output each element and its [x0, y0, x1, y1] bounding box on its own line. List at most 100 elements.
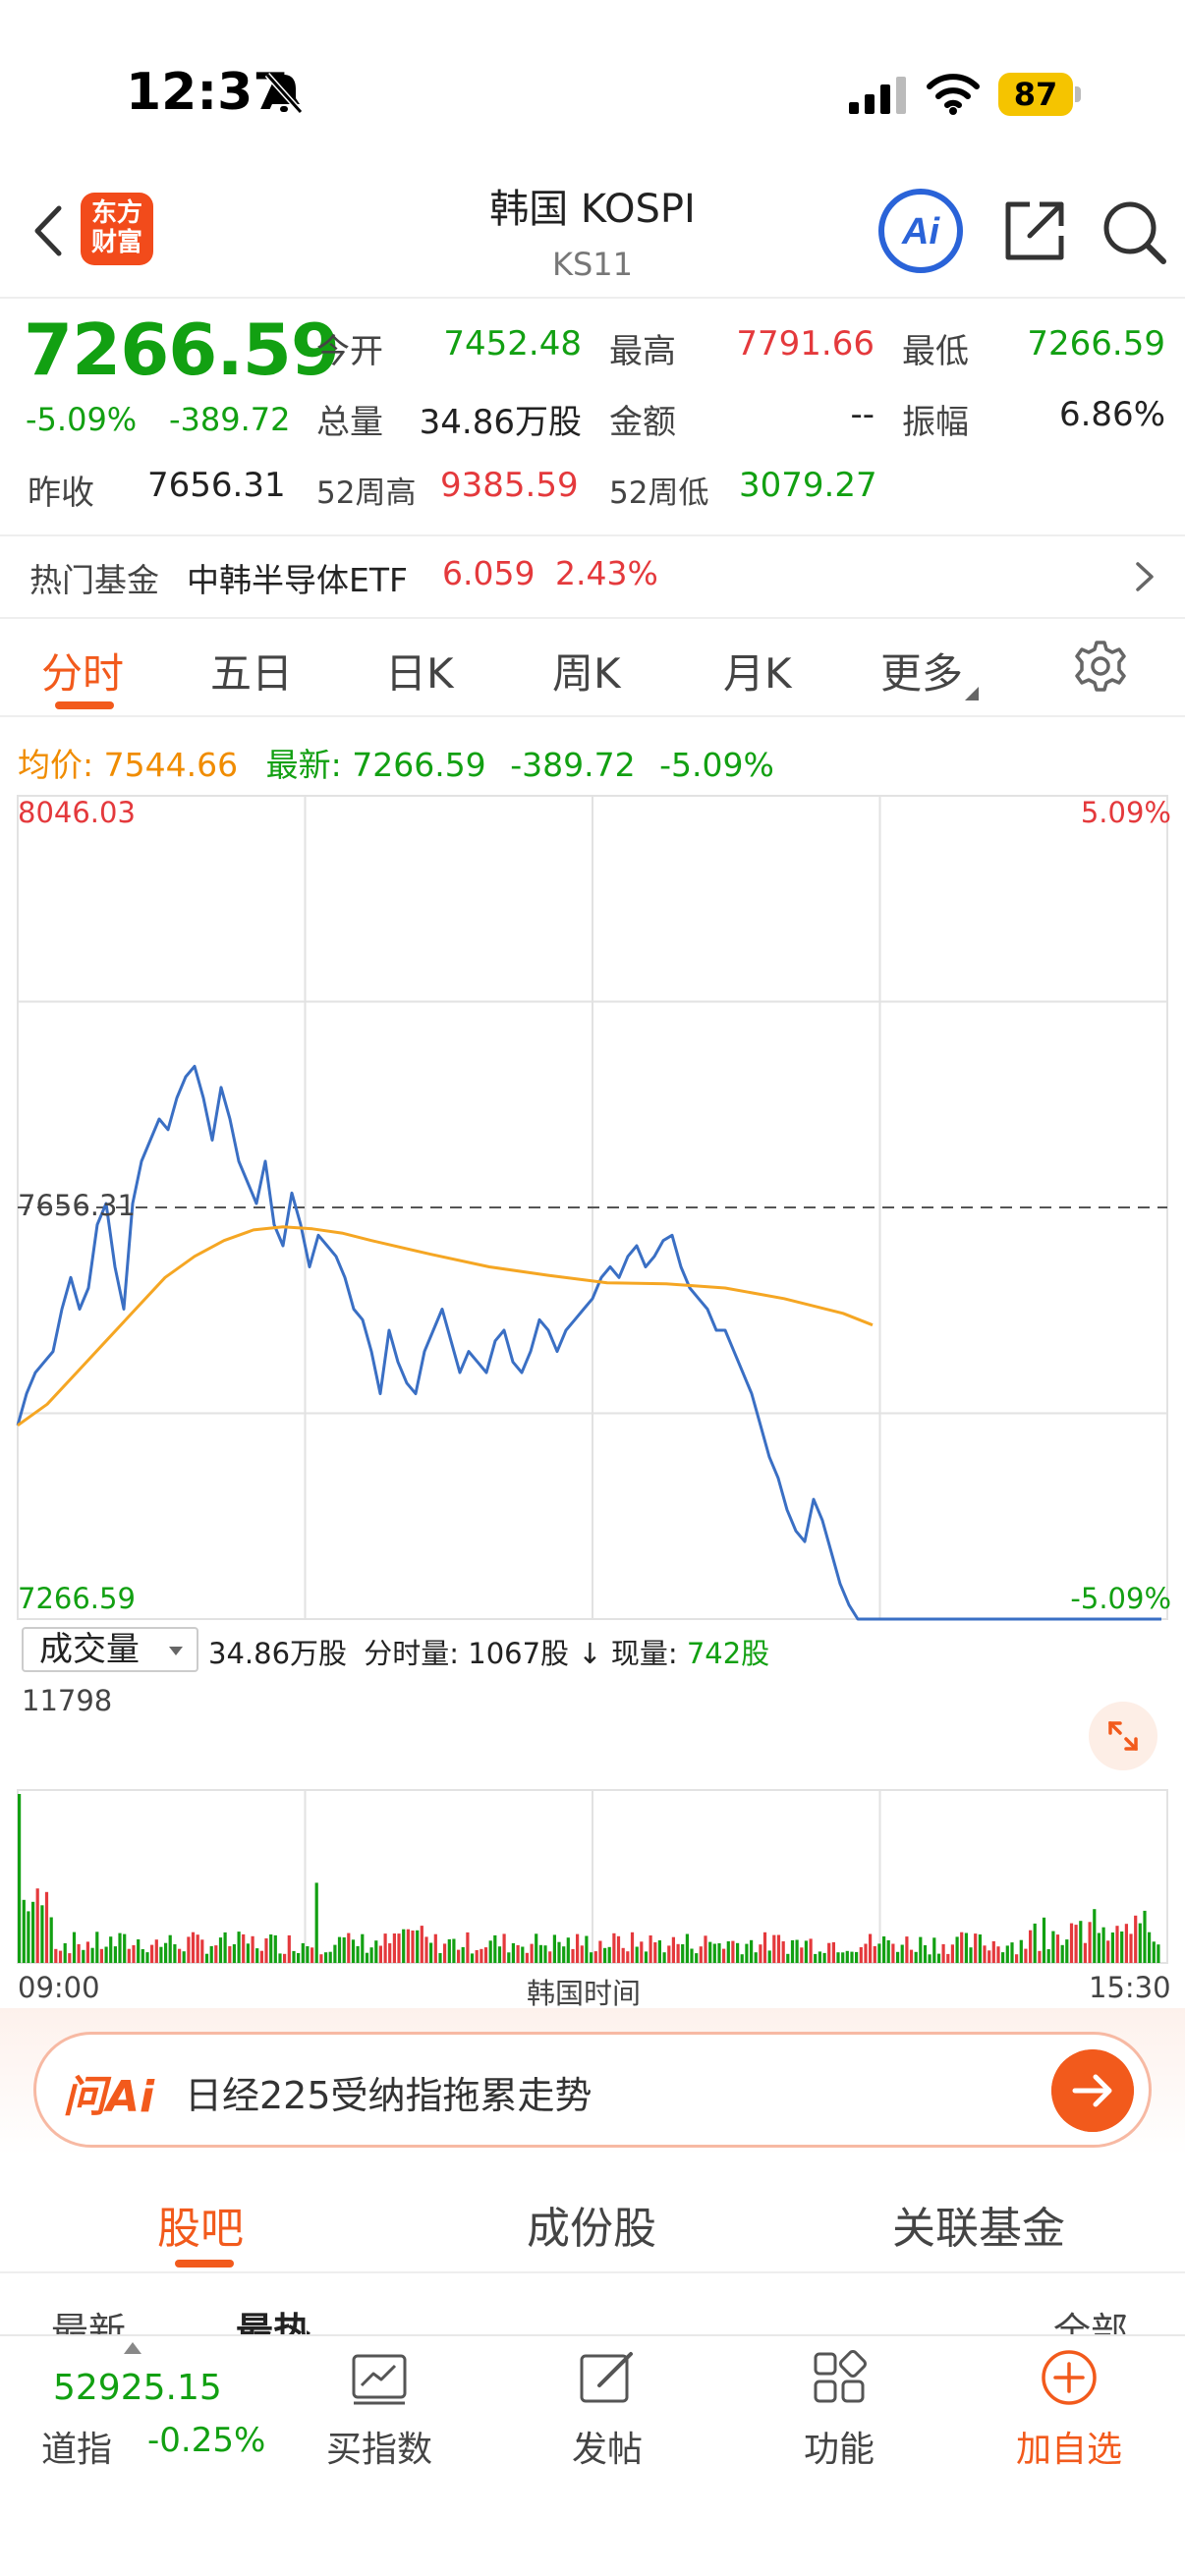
volume-bar — [690, 1948, 694, 1963]
tab-five-day[interactable]: 五日 — [210, 641, 293, 700]
tab-monthly-k[interactable]: 月K — [723, 641, 792, 700]
settings-gear-icon[interactable] — [1073, 639, 1128, 694]
volume-bar — [480, 1948, 483, 1963]
logo-line-1: 东方 — [90, 198, 142, 228]
volume-bar — [804, 1940, 808, 1963]
tab-intraday[interactable]: 分时 — [41, 641, 124, 700]
tab-constituents[interactable]: 成份股 — [527, 2193, 656, 2256]
volume-bar — [351, 1939, 356, 1963]
high-label: 最高 — [609, 332, 676, 371]
share-icon[interactable] — [1000, 196, 1069, 265]
volume-bar — [1042, 1917, 1046, 1963]
search-icon[interactable] — [1099, 196, 1169, 267]
volume-bar — [127, 1948, 131, 1963]
add-watchlist-button[interactable]: 加自选 — [990, 2348, 1148, 2470]
volume-bar — [397, 1933, 401, 1963]
volume-bar — [443, 1943, 447, 1963]
caret-down-icon — [169, 1647, 183, 1655]
volume-bar — [406, 1929, 410, 1963]
buy-index-button[interactable]: 买指数 — [301, 2348, 458, 2470]
expand-icon[interactable] — [1089, 1702, 1157, 1770]
volume-bar — [616, 1935, 621, 1963]
volume-value: 34.86万股 — [419, 403, 582, 442]
open-value: 7452.48 — [443, 324, 582, 364]
volume-bar — [35, 1888, 39, 1963]
edit-pencil-icon — [580, 2352, 633, 2403]
volume-bar — [983, 1945, 987, 1963]
down-arrow-icon: ↓ — [578, 1637, 602, 1670]
dow-index-value[interactable]: 52925.15 — [53, 2368, 222, 2408]
pct-axis-top-label: 5.09% — [1080, 796, 1171, 829]
dow-index-change[interactable]: -0.25% — [147, 2421, 265, 2460]
volume-bar — [1093, 1909, 1097, 1963]
volume-bar — [287, 1934, 291, 1963]
tab-daily-k[interactable]: 日K — [385, 641, 454, 700]
plus-circle-icon — [1042, 2350, 1097, 2405]
volume-bar — [433, 1933, 437, 1963]
y-axis-ref-label: 7656.31 — [18, 1189, 136, 1222]
tab-related-funds[interactable]: 关联基金 — [892, 2193, 1065, 2256]
volume-bar — [1001, 1952, 1005, 1963]
volume-indicator-select[interactable]: 成交量 — [22, 1627, 198, 1672]
y-axis-bottom-label: 7266.59 — [18, 1582, 136, 1615]
tab-active-underline — [55, 701, 114, 709]
volume-bar — [182, 1951, 186, 1963]
volume-bar — [1129, 1933, 1133, 1963]
volume-bar — [306, 1946, 310, 1963]
functions-button[interactable]: 功能 — [761, 2348, 918, 2470]
volume-bar — [928, 1954, 931, 1963]
volume-bar — [974, 1933, 978, 1963]
intraday-chart[interactable]: 8046.03 5.09% 7656.31 7266.59 -5.09% 117… — [0, 786, 1185, 2004]
volume-bar — [214, 1945, 218, 1963]
dow-index-name[interactable]: 道指 — [41, 2421, 112, 2472]
ask-ai-prompt[interactable]: 日经225受纳指拖累走势 — [185, 2065, 592, 2119]
volume-bar — [378, 1945, 382, 1963]
back-arrow-icon[interactable] — [24, 196, 73, 265]
volume-bar — [85, 1941, 89, 1963]
volume-bar — [1106, 1940, 1110, 1963]
volume-bar — [886, 1939, 890, 1963]
cellular-signal-icon — [849, 77, 906, 114]
volume-bar — [767, 1950, 771, 1963]
avg-price-value: 7544.66 — [103, 746, 239, 784]
status-bar: 12:37 87 — [0, 0, 1185, 187]
arrow-right-icon[interactable] — [1051, 2049, 1134, 2132]
volume-bar — [95, 1932, 99, 1963]
volume-bar — [310, 1947, 314, 1963]
volume-bar — [187, 1936, 191, 1963]
volume-bar — [626, 1951, 630, 1963]
tab-more[interactable]: 更多 — [880, 641, 980, 700]
section-divider — [0, 2271, 1185, 2273]
volume-bar — [457, 1949, 461, 1963]
volume-bar — [1120, 1932, 1124, 1963]
expand-up-icon[interactable] — [124, 2342, 141, 2354]
volume-bar — [113, 1946, 117, 1963]
post-button[interactable]: 发帖 — [529, 2348, 686, 2470]
volume-bar — [159, 1946, 163, 1963]
volume-bar — [726, 1941, 730, 1963]
tab-forum[interactable]: 股吧 — [157, 2193, 244, 2256]
volume-bar — [593, 1951, 597, 1963]
volume-bar — [635, 1946, 639, 1963]
volume-bar — [1005, 1945, 1009, 1963]
volume-bar — [44, 1891, 49, 1963]
volume-bar — [955, 1936, 959, 1963]
low-label: 最低 — [902, 332, 969, 371]
volume-bar — [118, 1932, 122, 1963]
volume-bar — [548, 1951, 552, 1963]
chevron-right-icon — [1136, 562, 1154, 591]
high-value: 7791.66 — [736, 324, 875, 364]
open-label: 今开 — [316, 332, 383, 371]
volume-bar — [342, 1937, 346, 1963]
volume-bar — [1088, 1922, 1092, 1963]
x-axis-title: 韩国时间 — [527, 1977, 642, 2010]
volume-bar — [827, 1942, 831, 1963]
volume-bar — [919, 1936, 923, 1963]
volume-bar — [831, 1941, 835, 1963]
volume-bar — [259, 1950, 263, 1963]
volume-bar — [164, 1942, 168, 1963]
volume-bar — [740, 1954, 744, 1963]
volume-bar — [145, 1952, 149, 1963]
tab-weekly-k[interactable]: 周K — [552, 641, 621, 700]
ai-assistant-icon[interactable]: Ai — [876, 187, 965, 275]
